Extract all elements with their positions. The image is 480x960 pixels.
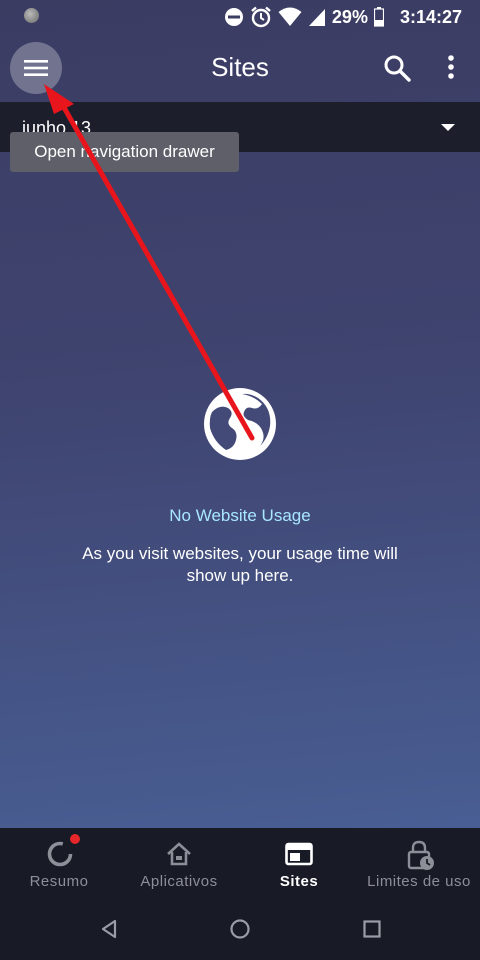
- wifi-icon: [278, 7, 302, 26]
- notification-dot-icon: [24, 8, 39, 23]
- menu-tooltip: Open navigation drawer: [10, 132, 239, 172]
- lock-clock-icon: [407, 840, 434, 870]
- alarm-icon: [251, 6, 271, 28]
- battery-icon: [373, 7, 384, 27]
- back-icon[interactable]: [98, 918, 120, 940]
- dashboard-ring-icon: [47, 841, 73, 867]
- nav-item-limites-de-uso[interactable]: Limites de uso: [358, 828, 480, 900]
- nav-item-label: Sites: [279, 873, 319, 890]
- home-icon: [167, 842, 191, 866]
- recents-icon[interactable]: [361, 918, 383, 940]
- nav-item-sites[interactable]: Sites: [240, 828, 358, 900]
- nav-item-label: Resumo: [29, 873, 89, 890]
- status-bar: 29% 3:14:27: [0, 0, 480, 34]
- app-bar: Sites: [0, 34, 480, 102]
- notification-badge: [70, 834, 80, 844]
- home-circle-icon[interactable]: [229, 918, 251, 940]
- search-icon[interactable]: [383, 54, 411, 82]
- battery-percent: 29%: [331, 6, 368, 27]
- browser-window-icon: [285, 842, 313, 866]
- do-not-disturb-icon: [224, 8, 243, 26]
- status-icons: 29% 3:14:27: [224, 4, 462, 30]
- more-vert-icon[interactable]: [440, 54, 462, 82]
- status-time: 3:14:27: [399, 6, 462, 27]
- nav-item-aplicativos[interactable]: Aplicativos: [118, 828, 240, 900]
- nav-item-label: Limites de uso: [367, 873, 471, 890]
- empty-state-description: As you visit websites, your usage time w…: [82, 544, 398, 585]
- cell-signal-icon: [308, 9, 325, 26]
- globe-icon: [204, 388, 276, 460]
- empty-state-title: No Website Usage: [169, 506, 311, 525]
- nav-item-label: Aplicativos: [140, 873, 218, 890]
- nav-item-resumo[interactable]: Resumo: [0, 828, 118, 900]
- dropdown-caret-icon[interactable]: [441, 124, 455, 131]
- bottom-navigation: Resumo Aplicativos Sites Limites de uso: [0, 828, 480, 900]
- system-navigation-bar: [0, 900, 480, 960]
